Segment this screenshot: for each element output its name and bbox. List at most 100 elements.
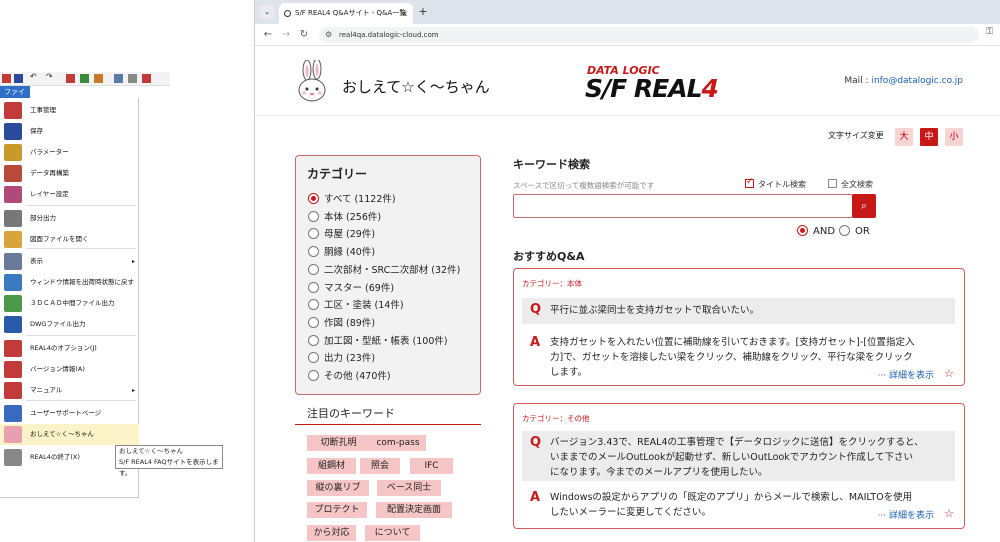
tool-icon-4[interactable] <box>114 74 123 83</box>
tooltip-title: おしえて☆く〜ちゃん <box>119 447 184 455</box>
menu-item[interactable]: 保存 <box>0 121 139 142</box>
fulltext-search-label: 全文検索 <box>841 180 873 189</box>
show-details-link[interactable]: ··· 詳細を表示 <box>878 508 934 521</box>
keyword-tag[interactable]: について <box>365 525 420 541</box>
or-radio-icon[interactable] <box>839 225 850 236</box>
category-radio-icon[interactable] <box>308 263 319 275</box>
keyword-tag[interactable]: から対応 <box>307 525 356 541</box>
menu-item[interactable]: レイヤー設定 <box>0 184 139 205</box>
exit-icon <box>4 449 22 466</box>
question-text[interactable]: 平行に並ぶ梁同士を支持ガセットで取合いたい。 <box>550 303 759 318</box>
title-search-check-icon[interactable] <box>745 177 754 188</box>
keyword-tag[interactable]: プロテクト <box>307 502 367 518</box>
real4-logo-icon[interactable] <box>2 74 11 83</box>
category-item[interactable]: 加工図・型紙・帳表 (100件) <box>308 334 448 349</box>
category-radio-icon[interactable] <box>308 352 319 364</box>
keyword-tag[interactable]: com-pass <box>370 435 426 451</box>
password-key-icon[interactable]: ⚿ <box>986 27 993 37</box>
category-item[interactable]: 本体 (256件) <box>308 210 381 225</box>
title-search-checkbox[interactable]: タイトル検索 <box>745 177 806 190</box>
menu-item[interactable]: マニュアル ▸ <box>0 380 139 401</box>
logic-or-radio[interactable]: OR <box>839 225 870 237</box>
menu-item[interactable]: パラメーター <box>0 142 139 163</box>
tab-search-icon[interactable]: ⌄ <box>260 5 274 19</box>
file-menu-tab[interactable]: ファイル <box>0 86 30 108</box>
menu-item[interactable]: バージョン情報(A) <box>0 359 139 380</box>
favorite-star-icon[interactable]: ☆ <box>944 507 954 520</box>
menu-item[interactable]: 工事管理 <box>0 100 139 121</box>
category-radio-icon[interactable] <box>308 281 319 293</box>
category-item[interactable]: その他 (470件) <box>308 369 391 384</box>
keyword-tag[interactable]: 切断孔明 <box>307 435 370 451</box>
save-icon[interactable] <box>14 74 23 83</box>
sf-real4-logo[interactable]: S/F REAL4 <box>585 74 719 103</box>
category-radio-icon[interactable] <box>308 370 319 381</box>
qa-card[interactable]: カテゴリー：その他 Q バージョン3.43で、REAL4の工事管理で【データロジ… <box>513 403 965 529</box>
menu-item[interactable]: 部分出力 <box>0 208 139 229</box>
tool-icon-5[interactable] <box>128 74 137 83</box>
category-item[interactable]: 母屋 (29件) <box>308 227 375 242</box>
category-item[interactable]: 二次部材・SRC二次部材 (32件) <box>308 263 460 278</box>
menu-item[interactable]: DWGファイル出力 <box>0 314 139 335</box>
tool-icon-6[interactable] <box>142 74 151 83</box>
search-button[interactable]: ⌕ <box>852 194 876 218</box>
category-item[interactable]: マスター (69件) <box>308 281 394 296</box>
site-title[interactable]: おしえて☆く〜ちゃん <box>342 76 490 97</box>
reload-icon[interactable]: ↻ <box>297 27 311 43</box>
keyword-tag[interactable]: 組鋼材 <box>307 458 356 474</box>
qa-card[interactable]: カテゴリー：本体 Q 平行に並ぶ梁同士を支持ガセットで取合いたい。 A 支持ガセ… <box>513 268 965 386</box>
tool-icon-1[interactable] <box>66 74 75 83</box>
category-radio-icon[interactable] <box>308 316 319 328</box>
mail-address-link[interactable]: info@datalogic.co.jp <box>871 76 963 86</box>
menu-item[interactable]: おしえて☆く〜ちゃん <box>0 424 139 445</box>
menu-item-label: 部分出力 <box>30 214 56 222</box>
address-bar[interactable]: ⚙ real4qa.datalogic-cloud.com <box>319 27 979 43</box>
keyword-tag[interactable]: IFC <box>410 458 453 474</box>
menu-item[interactable]: ユーザーサポートページ <box>0 403 139 424</box>
back-icon[interactable]: ← <box>261 27 275 43</box>
version-icon <box>4 361 22 378</box>
category-item[interactable]: すべて (1122件) <box>308 192 396 207</box>
show-details-link[interactable]: ··· 詳細を表示 <box>878 368 934 381</box>
category-radio-icon[interactable] <box>308 299 319 311</box>
menu-item[interactable]: REAL4のオプション(J) <box>0 338 139 359</box>
category-radio-icon[interactable] <box>308 228 319 240</box>
keyword-tag[interactable]: 縦の裏リブ <box>307 480 369 496</box>
new-tab-button[interactable]: + <box>415 3 431 21</box>
keyword-tag[interactable]: 照会 <box>360 458 400 474</box>
favorite-star-icon[interactable]: ☆ <box>944 367 954 380</box>
browser-tab[interactable]: S/F REAL4 Q&Aサイト - Q&A一覧 × <box>279 3 413 24</box>
tool-icon-2[interactable] <box>80 74 89 83</box>
keyword-tag[interactable]: 配置決定画面 <box>376 502 452 518</box>
forward-icon[interactable]: → <box>279 27 293 43</box>
and-radio-icon[interactable] <box>797 225 808 236</box>
search-input[interactable] <box>513 194 853 218</box>
close-tab-icon[interactable]: × <box>401 3 408 24</box>
undo-icon[interactable]: ↶ <box>30 72 39 81</box>
menu-item[interactable]: 表示 ▸ <box>0 251 139 272</box>
category-item[interactable]: 工区・塗装 (14件) <box>308 298 404 313</box>
category-radio-icon[interactable] <box>308 210 319 222</box>
font-size-large-button[interactable]: 大 <box>895 128 913 146</box>
font-size-small-button[interactable]: 小 <box>945 128 963 146</box>
fulltext-search-check-icon[interactable] <box>828 179 837 188</box>
tool-icon-3[interactable] <box>94 74 103 83</box>
menu-item[interactable]: 図面ファイルを開く <box>0 229 139 250</box>
question-line: バージョン3.43で、REAL4の工事管理で【データロジックに送信】をクリックす… <box>550 437 924 448</box>
menu-item[interactable]: ウィンドウ情報を出荷時状態に戻す <box>0 272 139 293</box>
category-radio-icon[interactable] <box>308 246 319 258</box>
menu-item[interactable]: データ再構築 <box>0 163 139 184</box>
site-info-icon[interactable]: ⚙ <box>325 27 332 43</box>
logic-and-radio[interactable]: AND <box>797 225 835 237</box>
menu-item[interactable]: ３ＤＣＡＤ中間ファイル出力 <box>0 293 139 314</box>
redo-icon[interactable]: ↷ <box>46 72 55 81</box>
category-item[interactable]: 出力 (23件) <box>308 351 375 366</box>
category-radio-icon[interactable] <box>308 334 319 346</box>
question-text[interactable]: バージョン3.43で、REAL4の工事管理で【データロジックに送信】をクリックす… <box>550 435 924 480</box>
fulltext-search-checkbox[interactable]: 全文検索 <box>828 179 873 190</box>
keyword-tag[interactable]: ベース同士 <box>377 480 441 496</box>
font-size-medium-button[interactable]: 中 <box>920 128 938 146</box>
category-item[interactable]: 胴縁 (40件) <box>308 245 375 260</box>
category-radio-icon[interactable] <box>308 193 319 204</box>
category-item[interactable]: 作図 (89件) <box>308 316 375 331</box>
